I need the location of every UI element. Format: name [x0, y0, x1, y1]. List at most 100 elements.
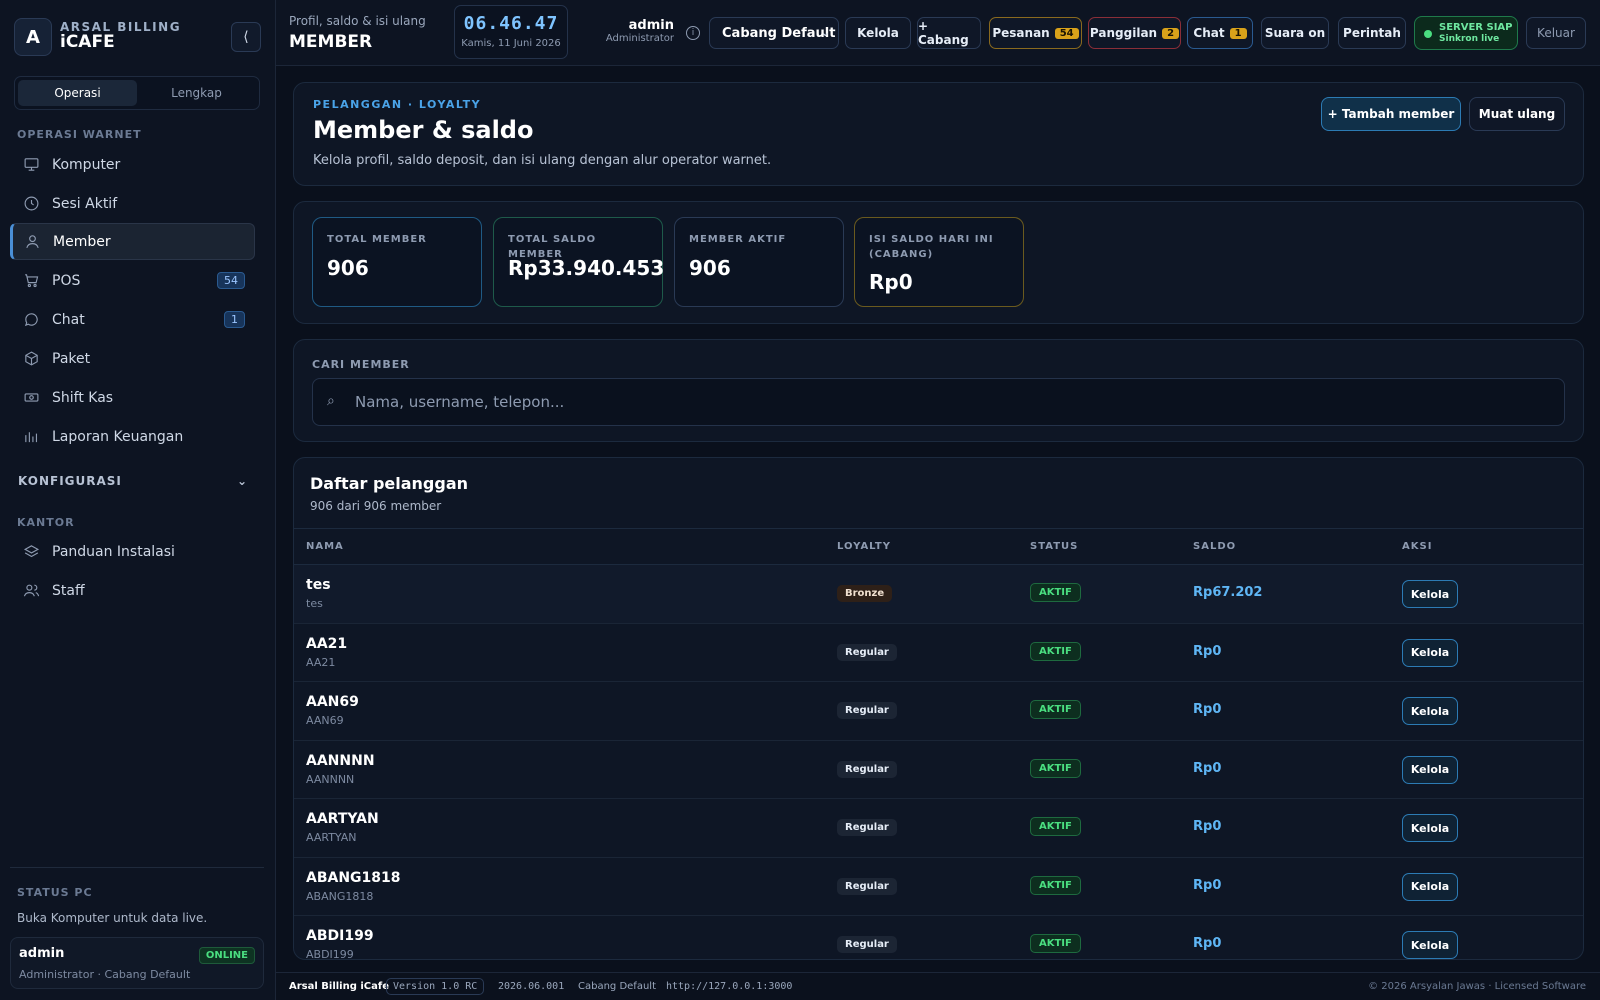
loyalty-badge: Regular — [837, 877, 897, 895]
search-box: ⌕ — [312, 378, 1565, 426]
member-saldo: Rp0 — [1193, 643, 1222, 659]
status-dot-icon — [1424, 30, 1432, 38]
mode-operasi-tab[interactable]: Operasi — [18, 80, 137, 106]
sidebar-item-label: POS — [52, 272, 81, 289]
member-username: ABANG1818 — [306, 889, 374, 903]
konfigurasi-section-toggle[interactable]: KONFIGURASI ⌄ — [18, 474, 248, 488]
col-header-nama[interactable]: NAMA — [306, 541, 344, 552]
chevron-down-icon: ⌄ — [236, 474, 248, 488]
col-header-status[interactable]: STATUS — [1030, 541, 1078, 552]
chat-icon — [22, 311, 40, 329]
kelola-member-button[interactable]: Kelola — [1402, 638, 1458, 667]
member-saldo: Rp0 — [1193, 936, 1222, 951]
footer-build: 2026.06.001 — [498, 981, 565, 992]
stat-total-saldo: TOTAL SALDO MEMBER Rp33.940.453 — [493, 217, 665, 307]
table-row[interactable]: AAN69 AAN69 Regular AKTIF Rp0 Kelola — [294, 682, 1583, 741]
member-name: ABANG1818 — [306, 869, 401, 886]
current-user-card[interactable]: admin Administrator · Cabang Default ONL… — [10, 937, 264, 989]
table-row[interactable]: AANNNN AANNNN Regular AKTIF Rp0 Kelola — [294, 741, 1583, 799]
member-name: AAN69 — [306, 694, 359, 710]
chat-button[interactable]: Chat 1 — [1187, 17, 1253, 49]
member-username: AA21 — [306, 655, 336, 669]
col-header-saldo[interactable]: SALDO — [1193, 541, 1236, 552]
sidebar-item-label: Chat — [52, 311, 85, 328]
sidebar-item-label: Staff — [52, 582, 85, 599]
sidebar-item-pos[interactable]: POS 54 — [10, 262, 255, 299]
member-saldo: Rp0 — [1193, 877, 1222, 893]
users-icon — [22, 582, 40, 600]
sidebar-item-komputer[interactable]: Komputer — [10, 146, 255, 183]
table-row[interactable]: ABANG1818 ABANG1818 Regular AKTIF Rp0 Ke… — [294, 858, 1583, 916]
kelola-member-button[interactable]: Kelola — [1402, 872, 1458, 901]
footer: Arsal Billing iCafe Version 1.0 RC 2026.… — [276, 972, 1600, 1000]
section-operasi-warnet: OPERASI WARNET — [17, 128, 142, 141]
topbar-user: admin Administrator — [596, 18, 674, 44]
sidebar-item-paket[interactable]: Paket — [10, 340, 255, 377]
member-saldo: Rp0 — [1193, 702, 1222, 717]
table-row[interactable]: ABDI199 ABDI199 Regular AKTIF Rp0 Kelola — [294, 916, 1583, 960]
server-status-text: SERVER SIAP — [1439, 22, 1513, 33]
perintah-button[interactable]: Perintah — [1338, 17, 1406, 49]
layers-icon — [22, 543, 40, 561]
search-panel: CARI MEMBER ⌕ — [293, 339, 1584, 442]
sidebar-item-shift-kas[interactable]: Shift Kas — [10, 379, 255, 416]
member-name: AARTYAN — [306, 811, 379, 827]
hero-eyebrow: PELANGGAN · LOYALTY — [313, 98, 482, 111]
topbar: Profil, saldo & isi ulang MEMBER 06.46.4… — [276, 0, 1600, 66]
box-icon — [22, 350, 40, 368]
member-name: ABDI199 — [306, 928, 374, 944]
sidebar-item-sesi-aktif[interactable]: Sesi Aktif — [10, 185, 255, 222]
panggilan-count-badge: 2 — [1162, 27, 1180, 39]
collapse-sidebar-button[interactable]: ⟨ — [231, 22, 261, 52]
kelola-member-button[interactable]: Kelola — [1402, 697, 1458, 725]
search-input[interactable] — [355, 387, 1545, 417]
sidebar-item-member[interactable]: Member — [10, 223, 255, 260]
panggilan-button[interactable]: Panggilan 2 — [1088, 17, 1181, 49]
search-label: CARI MEMBER — [312, 358, 410, 371]
status-badge: AKTIF — [1030, 700, 1081, 719]
app-logo: A — [14, 18, 52, 56]
logout-button[interactable]: Keluar — [1526, 17, 1586, 49]
mode-lengkap-tab[interactable]: Lengkap — [137, 80, 256, 106]
sidebar-item-label: Shift Kas — [52, 389, 114, 406]
pesanan-count-badge: 54 — [1054, 27, 1079, 39]
loyalty-badge: Regular — [837, 643, 897, 661]
kelola-member-button[interactable]: Kelola — [1402, 814, 1458, 842]
kelola-branch-button[interactable]: Kelola — [845, 17, 911, 49]
sidebar-item-staff[interactable]: Staff — [10, 572, 255, 609]
member-name: AANNNN — [306, 752, 375, 769]
table-row[interactable]: AA21 AA21 Regular AKTIF Rp0 Kelola — [294, 624, 1583, 682]
col-header-loyalty[interactable]: LOYALTY — [837, 541, 891, 552]
stats-panel: TOTAL MEMBER 906 TOTAL SALDO MEMBER Rp33… — [293, 201, 1584, 324]
kelola-member-button[interactable]: Kelola — [1402, 580, 1458, 608]
pos-count-badge: 54 — [217, 272, 245, 289]
stat-label: ISI SALDO HARI INI (CABANG) — [869, 234, 994, 260]
sidebar-item-label: Sesi Aktif — [52, 195, 118, 212]
table-row[interactable]: tes tes Bronze AKTIF Rp67.202 Kelola — [294, 565, 1583, 624]
chevron-down-icon: ⌄ — [820, 26, 830, 39]
loyalty-badge: Regular — [837, 936, 897, 953]
col-header-aksi: AKSI — [1402, 541, 1433, 552]
pesanan-button[interactable]: Pesanan 54 — [989, 17, 1082, 49]
kelola-member-button[interactable]: Kelola — [1402, 755, 1458, 784]
branch-select[interactable]: Cabang Default ⌄ — [709, 17, 839, 49]
table-row[interactable]: AARTYAN AARTYAN Regular AKTIF Rp0 Kelola — [294, 799, 1583, 858]
member-username: ABDI199 — [306, 948, 354, 960]
page-subtitle: Profil, saldo & isi ulang — [289, 14, 426, 28]
info-icon[interactable]: i — [686, 26, 700, 40]
status-pc-label: STATUS PC — [17, 886, 93, 899]
status-badge: AKTIF — [1030, 583, 1081, 602]
hero-panel: PELANGGAN · LOYALTY Member & saldo Kelol… — [293, 82, 1584, 186]
sidebar-item-panduan-instalasi[interactable]: Panduan Instalasi — [10, 533, 255, 570]
member-username: AAN69 — [306, 714, 344, 727]
sidebar-item-laporan-keuangan[interactable]: Laporan Keuangan — [10, 418, 255, 455]
add-branch-button[interactable]: + Cabang — [917, 17, 981, 49]
sound-toggle-button[interactable]: Suara on — [1261, 17, 1329, 49]
member-saldo: Rp67.202 — [1193, 585, 1263, 600]
reload-button[interactable]: Muat ulang — [1469, 97, 1565, 131]
stat-value: Rp33.940.453 — [508, 256, 665, 280]
sidebar-item-chat[interactable]: Chat 1 — [10, 301, 255, 338]
stat-total-member: TOTAL MEMBER 906 — [312, 217, 482, 307]
add-member-button[interactable]: + Tambah member — [1321, 97, 1461, 131]
kelola-member-button[interactable]: Kelola — [1402, 931, 1458, 959]
